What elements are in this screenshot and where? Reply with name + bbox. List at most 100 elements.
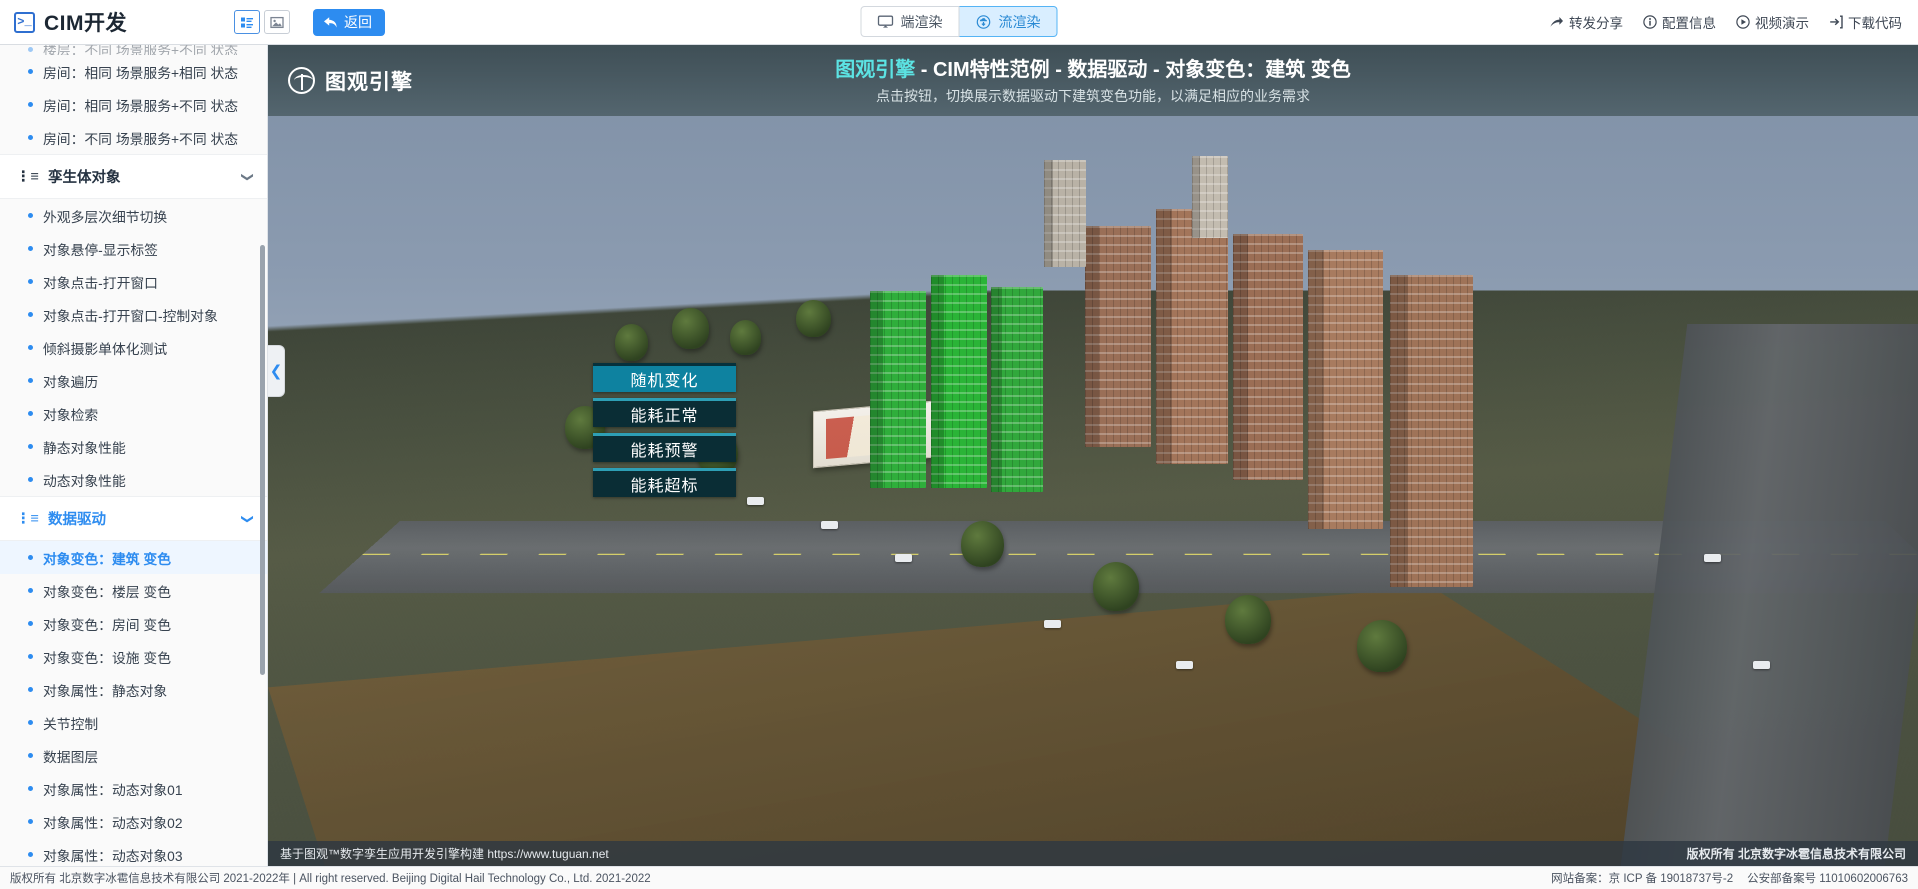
building-green-2[interactable] [931,275,987,488]
top-bar: >_ CIM开发 返回 端渲染 流渲染 转发分享 配置信息 视频演示 下载代码 [0,0,1918,45]
sidebar-item-15[interactable]: 对象变色：楼层 变色 [0,574,267,607]
sidebar-item-11[interactable]: 静态对象性能 [0,430,267,463]
tree [615,324,648,361]
sidebar-group-3[interactable]: ⋮≡ 孪生体对象 ❯ [0,154,267,199]
bullet-icon [28,411,33,416]
engine-brand: 图观引擎 [288,66,413,96]
view-mode-toggle[interactable] [234,10,290,34]
scene-button-0[interactable]: 随机变化 [593,363,736,392]
bullet-icon [28,345,33,350]
action-config-info[interactable]: 配置信息 [1643,12,1716,32]
bullet-icon [28,279,33,284]
tab-local-render[interactable]: 端渲染 [861,6,960,37]
sidebar-item-4[interactable]: 外观多层次细节切换 [0,199,267,232]
sidebar-item-2[interactable]: 房间：不同 场景服务+不同 状态 [0,121,267,154]
sidebar-item-21[interactable]: 对象属性：动态对象01 [0,772,267,805]
sidebar-item-9[interactable]: 对象遍历 [0,364,267,397]
sidebar-item-18[interactable]: 对象属性：静态对象 [0,673,267,706]
action-video-demo-label: 视频演示 [1755,12,1809,32]
sidebar-item-7[interactable]: 对象点击-打开窗口-控制对象 [0,298,267,331]
sidebar-item-5[interactable]: 对象悬停-显示标签 [0,232,267,265]
footer-gongan: 公安部备案号 11010602006763 [1747,870,1908,886]
body: 楼层：不同 场景服务+不同 状态 房间：相同 场景服务+相同 状态 房间：相同 场… [0,45,1918,866]
engine-name: 图观引擎 [325,66,413,96]
sidebar-item-12[interactable]: 动态对象性能 [0,463,267,496]
sidebar-item-label: 数据图层 [43,746,98,766]
scene-viewer[interactable]: 图观引擎 图观引擎 - CIM特性范例 - 数据驱动 - 对象变色：建筑 变色 … [268,45,1918,866]
sidebar-item-label: 对象属性：动态对象03 [43,845,183,865]
sidebar-collapse-handle[interactable]: ❮ [268,345,285,397]
sidebar-item-0[interactable]: 房间：相同 场景服务+相同 状态 [0,55,267,88]
sidebar-item-19[interactable]: 关节控制 [0,706,267,739]
bullet-icon [28,477,33,482]
action-video-demo[interactable]: 视频演示 [1736,12,1809,32]
building-green-1[interactable] [870,291,926,488]
scene-button-stack: 随机变化能耗正常能耗预警能耗超标 [593,363,736,497]
engine-logo-icon [288,67,315,94]
sidebar-item-14[interactable]: 对象变色：建筑 变色 [0,541,267,574]
banner-texts: 图观引擎 - CIM特性范例 - 数据驱动 - 对象变色：建筑 变色 点击按钮，… [268,55,1918,107]
sidebar-item-label: 对象检索 [43,404,98,424]
building-brick-3[interactable] [1233,234,1302,480]
sidebar-scrollbar[interactable] [260,245,265,675]
tree [961,521,1004,567]
sidebar-item-23[interactable]: 对象属性：动态对象03 [0,838,267,866]
building-brick-4[interactable] [1308,250,1384,529]
back-button[interactable]: 返回 [313,9,385,36]
bullet-icon [28,621,33,626]
sidebar-item-22[interactable]: 对象属性：动态对象02 [0,805,267,838]
sidebar-item-10[interactable]: 对象检索 [0,397,267,430]
sidebar-item-16[interactable]: 对象变色：房间 变色 [0,607,267,640]
bullet-icon [28,246,33,251]
list-view-icon[interactable] [234,10,260,34]
tab-stream-render[interactable]: 流渲染 [960,6,1058,37]
action-download-code[interactable]: 下载代码 [1829,12,1902,32]
monitor-icon [878,15,894,29]
building-brick-5[interactable] [1390,275,1473,587]
sidebar-item-label: 外观多层次细节切换 [43,206,167,226]
share-icon [1549,16,1564,29]
chevron-down-icon[interactable]: ❯ [242,171,254,181]
vehicle [747,497,764,505]
image-view-icon[interactable] [264,10,290,34]
sidebar-scroll-area[interactable]: 楼层：不同 场景服务+不同 状态 房间：相同 场景服务+相同 状态 房间：相同 场… [0,45,267,866]
top-actions: 转发分享 配置信息 视频演示 下载代码 [1549,12,1918,32]
banner-subtitle: 点击按钮，切换展示数据驱动下建筑变色功能，以满足相应的业务需求 [268,86,1918,107]
sidebar-item-17[interactable]: 对象变色：设施 变色 [0,640,267,673]
sidebar-group-13[interactable]: ⋮≡ 数据驱动 ❯ [0,496,267,541]
building-green-3[interactable] [991,287,1044,492]
three-d-scene[interactable] [268,45,1918,866]
bullet-icon [28,444,33,449]
info-icon [1643,15,1657,29]
sidebar-item-label: 对象悬停-显示标签 [43,239,158,259]
list-icon: ⋮≡ [16,511,39,527]
bullet-icon [28,312,33,317]
scene-button-3[interactable]: 能耗超标 [593,468,736,497]
scene-footer: 基于图观™数字孪生应用开发引擎构建 https://www.tuguan.net… [268,841,1918,866]
scene-button-1[interactable]: 能耗正常 [593,398,736,427]
vehicle [1753,661,1770,669]
chevron-down-icon[interactable]: ❯ [242,513,254,523]
tree [796,300,831,338]
cloud-download-icon [976,15,992,29]
building-grey-1[interactable] [1044,160,1087,267]
list-icon: ⋮≡ [16,169,39,185]
bullet-icon [28,687,33,692]
sidebar-item-clipped[interactable]: 楼层：不同 场景服务+不同 状态 [0,45,267,55]
back-button-label: 返回 [344,12,372,32]
app-root: >_ CIM开发 返回 端渲染 流渲染 转发分享 配置信息 视频演示 下载代码 … [0,0,1918,889]
sidebar-item-6[interactable]: 对象点击-打开窗口 [0,265,267,298]
action-download-code-label: 下载代码 [1848,12,1902,32]
sidebar-item-label: 对象遍历 [43,371,98,391]
sidebar-item-8[interactable]: 倾斜摄影单体化测试 [0,331,267,364]
scene-button-2[interactable]: 能耗预警 [593,433,736,462]
bullet-icon [28,588,33,593]
sidebar-item-20[interactable]: 数据图层 [0,739,267,772]
building-brick-2[interactable] [1156,209,1229,464]
action-share[interactable]: 转发分享 [1549,12,1623,32]
building-brick-1[interactable] [1085,226,1151,448]
action-share-label: 转发分享 [1569,12,1623,32]
sidebar-item-1[interactable]: 房间：相同 场景服务+不同 状态 [0,88,267,121]
building-grey-2[interactable] [1192,156,1228,238]
bullet-icon [28,753,33,758]
